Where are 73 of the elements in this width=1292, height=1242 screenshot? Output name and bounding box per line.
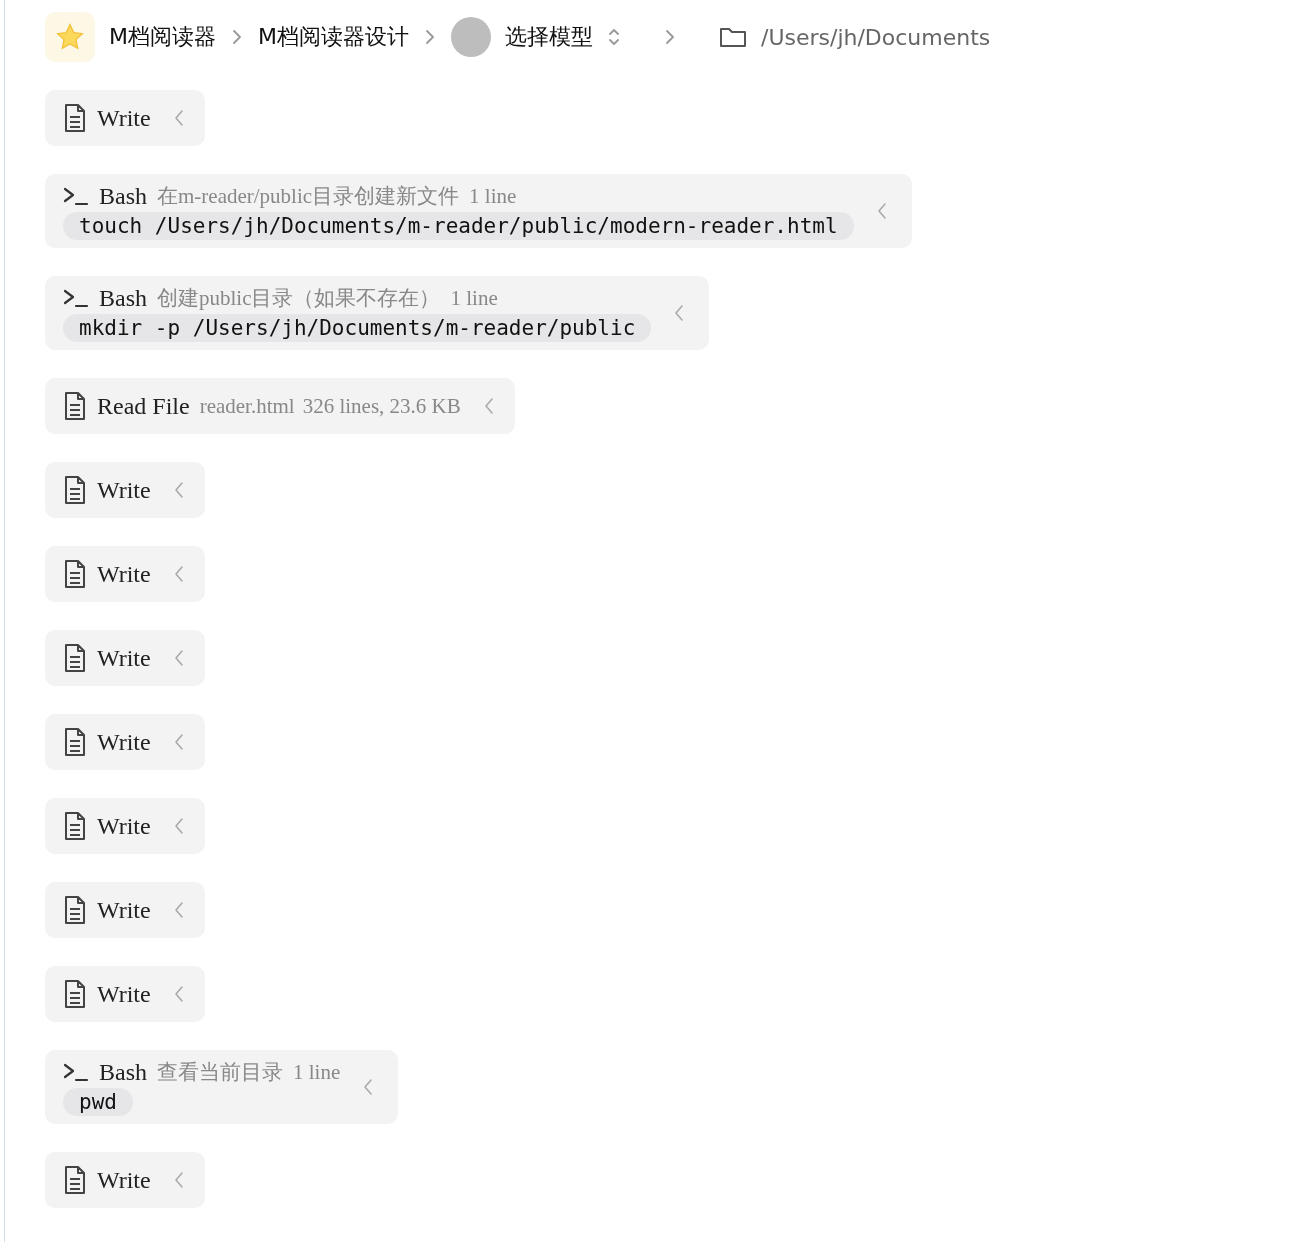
tool-title: Write <box>97 812 151 840</box>
command-code: touch /Users/jh/Documents/m-reader/public/modern-reader.html <box>63 212 854 240</box>
tool-card[interactable]: Write <box>45 966 205 1022</box>
document-icon <box>63 391 87 421</box>
chevron-left-icon[interactable] <box>172 732 185 752</box>
file-name: reader.html <box>199 393 295 419</box>
folder-icon <box>718 25 747 49</box>
tool-card[interactable]: Bash 在m-reader/public目录创建新文件 1 line touch /Users/jh/Documents/m-reader/public/modern-reader.html <box>45 174 912 248</box>
document-icon <box>63 475 87 505</box>
document-icon <box>63 103 87 133</box>
document-icon <box>63 559 87 589</box>
star-icon <box>55 22 85 52</box>
command-description: 查看当前目录 <box>157 1059 283 1086</box>
breadcrumb-link[interactable]: M档阅读器设计 <box>258 22 409 52</box>
tool-card[interactable]: Write <box>45 462 205 518</box>
tool-card[interactable]: Write <box>45 630 205 686</box>
chevron-left-icon[interactable] <box>172 816 185 836</box>
tool-title: Write <box>97 644 151 672</box>
line-count: 1 line <box>450 285 498 311</box>
file-info: 326 lines, 23.6 KB <box>302 393 461 419</box>
tool-card[interactable]: Write <box>45 798 205 854</box>
tool-card[interactable]: Read File reader.html 326 lines, 23.6 KB <box>45 378 515 434</box>
chevron-left-icon[interactable] <box>172 648 185 668</box>
tool-title: Write <box>97 1166 151 1194</box>
chevron-left-icon[interactable] <box>172 480 185 500</box>
tool-card[interactable]: Write <box>45 1152 205 1208</box>
app-logo[interactable] <box>45 12 95 62</box>
document-icon <box>63 643 87 673</box>
tool-title: Bash <box>99 182 147 210</box>
document-icon <box>63 727 87 757</box>
command-code: pwd <box>63 1088 133 1116</box>
tool-title: Write <box>97 476 151 504</box>
tool-title: Write <box>97 896 151 924</box>
document-icon <box>63 895 87 925</box>
tool-title: Write <box>97 560 151 588</box>
chevron-left-icon[interactable] <box>482 396 495 416</box>
tool-card[interactable]: Write <box>45 90 205 146</box>
model-avatar <box>450 17 491 57</box>
document-icon <box>63 1165 87 1195</box>
model-selector[interactable]: 选择模型 <box>504 22 593 52</box>
folder-path[interactable]: /Users/jh/Documents <box>760 24 991 50</box>
chevron-left-icon[interactable] <box>362 1077 375 1097</box>
command-code: mkdir -p /Users/jh/Documents/m-reader/public <box>63 314 652 342</box>
terminal-icon <box>63 287 89 309</box>
tool-title: Write <box>97 980 151 1008</box>
tool-title: Read File <box>97 392 190 420</box>
chevron-right-icon <box>230 27 244 47</box>
up-down-chevron-icon <box>606 27 621 47</box>
tool-card[interactable]: Bash 创建public目录（如果不存在） 1 line mkdir -p /Users/jh/Documents/m-reader/public <box>45 276 710 350</box>
command-description: 创建public目录（如果不存在） <box>157 285 441 312</box>
tool-title: Bash <box>99 284 147 312</box>
tool-card[interactable]: Bash 查看当前目录 1 line pwd <box>45 1050 399 1124</box>
line-count: 1 line <box>293 1059 341 1085</box>
chevron-left-icon[interactable] <box>172 1170 185 1190</box>
chevron-left-icon[interactable] <box>673 303 686 323</box>
chevron-left-icon[interactable] <box>172 984 185 1004</box>
terminal-icon <box>63 185 89 207</box>
tool-title: Write <box>97 728 151 756</box>
chevron-left-icon[interactable] <box>172 108 185 128</box>
breadcrumb-link[interactable]: M档阅读器 <box>109 22 216 52</box>
chevron-left-icon[interactable] <box>875 201 888 221</box>
chevron-left-icon[interactable] <box>172 564 185 584</box>
terminal-icon <box>63 1061 89 1083</box>
tool-card[interactable]: Write <box>45 882 205 938</box>
tool-card[interactable]: Write <box>45 714 205 770</box>
tool-title: Write <box>97 104 151 132</box>
document-icon <box>63 979 87 1009</box>
chevron-left-icon[interactable] <box>172 900 185 920</box>
line-count: 1 line <box>469 183 517 209</box>
tool-card[interactable]: Write <box>45 546 205 602</box>
command-description: 在m-reader/public目录创建新文件 <box>157 183 460 210</box>
document-icon <box>63 811 87 841</box>
tool-title: Bash <box>99 1058 147 1086</box>
